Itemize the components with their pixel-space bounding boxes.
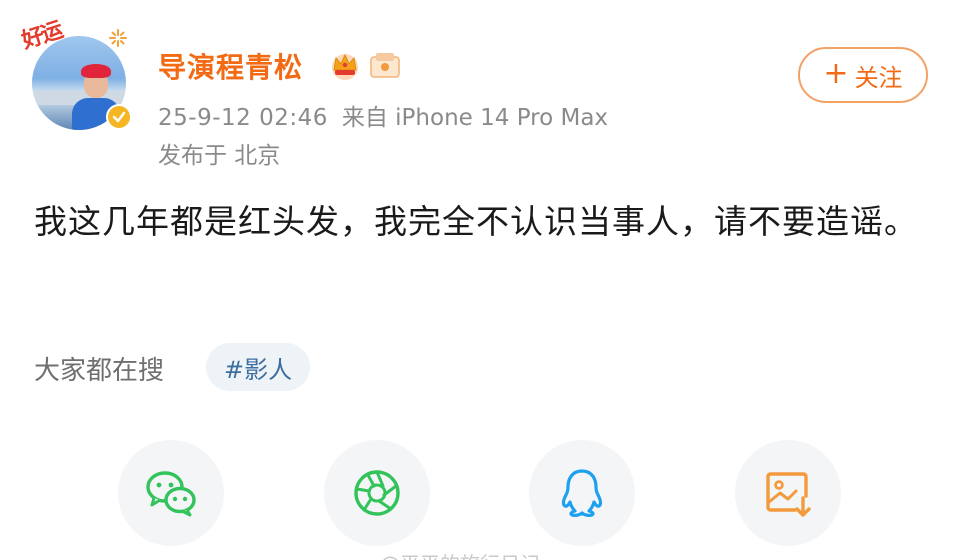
author-avatar-area[interactable]: 好运 bbox=[19, 14, 134, 132]
trending-topic-chip[interactable]: #影人 bbox=[206, 343, 311, 391]
share-moments-button[interactable] bbox=[324, 440, 430, 546]
watermark: @平平的旅行日记 bbox=[380, 548, 540, 560]
trending-label: 大家都在搜 bbox=[34, 356, 165, 386]
post-meta: 25-9-12 02:46 来自 iPhone 14 Pro Max bbox=[158, 98, 608, 132]
plus-icon: + bbox=[823, 55, 849, 91]
post-text: 我这几年都是红头发，我完全不认识当事人，请不要造谣。 bbox=[34, 202, 918, 241]
post-source: 来自 iPhone 14 Pro Max bbox=[341, 105, 609, 131]
save-image-icon bbox=[766, 472, 811, 517]
member-card-icon bbox=[370, 53, 400, 78]
avatar-person-hair bbox=[81, 64, 111, 78]
post-location: 发布于 北京 bbox=[158, 143, 281, 169]
follow-label: 关注 bbox=[854, 63, 903, 92]
moments-icon bbox=[354, 470, 400, 516]
share-qq-button[interactable] bbox=[529, 440, 635, 546]
save-image-button[interactable] bbox=[735, 440, 841, 546]
post-time: 25-9-12 02:46 bbox=[158, 105, 328, 131]
verified-badge-icon bbox=[106, 104, 132, 130]
author-name[interactable]: 导演程青松 bbox=[158, 46, 303, 86]
crown-icon bbox=[332, 53, 358, 80]
sparkle-icon bbox=[109, 29, 127, 47]
follow-button[interactable]: + 关注 bbox=[798, 47, 928, 103]
wechat-icon bbox=[146, 471, 196, 517]
qq-icon bbox=[561, 469, 603, 517]
share-wechat-button[interactable] bbox=[118, 440, 224, 546]
